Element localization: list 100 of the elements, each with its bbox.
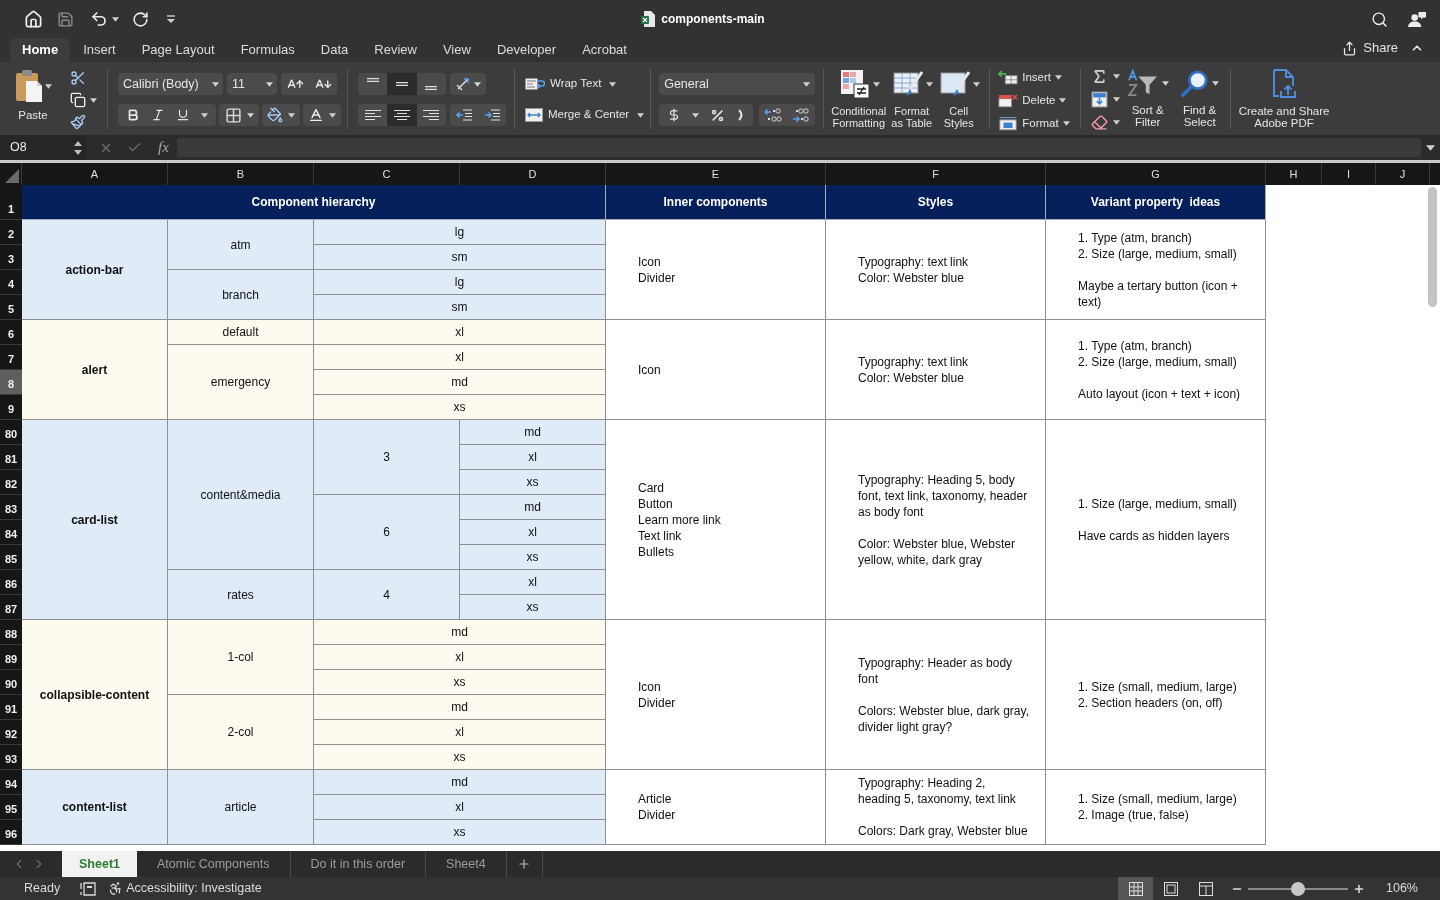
- editing-button[interactable]: Sort & Filter: [1123, 69, 1172, 128]
- caret-icon[interactable]: [1112, 97, 1120, 102]
- scrollbar-thumb[interactable]: [1428, 187, 1437, 307]
- orientation-button[interactable]: [450, 73, 486, 95]
- row-header[interactable]: 92: [0, 720, 22, 745]
- cells-button[interactable]: Insert: [998, 69, 1070, 86]
- copy-icon[interactable]: [70, 92, 86, 108]
- row-header[interactable]: 2: [0, 220, 22, 245]
- row-header[interactable]: 84: [0, 520, 22, 545]
- cells-button[interactable]: Delete: [998, 92, 1070, 109]
- zoom-slider-track[interactable]: [1248, 881, 1348, 896]
- cells-button[interactable]: Format: [998, 115, 1070, 132]
- ribbon-tab[interactable]: Acrobat: [569, 38, 640, 62]
- ribbon-tab[interactable]: Formulas: [227, 38, 308, 62]
- decrease-decimal-icon[interactable]: [792, 108, 811, 122]
- row-header[interactable]: 7: [0, 345, 22, 370]
- row-header[interactable]: 93: [0, 745, 22, 770]
- ribbon-tab[interactable]: View: [429, 38, 484, 62]
- zoom-in-icon[interactable]: [1353, 882, 1365, 895]
- caret-icon[interactable]: [1112, 120, 1120, 125]
- undo-icon[interactable]: [90, 10, 108, 28]
- insert-function-button[interactable]: fx: [158, 136, 169, 159]
- home-icon[interactable]: [24, 9, 43, 29]
- ribbon-tab[interactable]: Page Layout: [128, 38, 228, 62]
- row-header[interactable]: 90: [0, 670, 22, 695]
- add-sheet-icon[interactable]: [517, 857, 532, 871]
- redo-icon[interactable]: [132, 10, 149, 28]
- caret-icon[interactable]: [200, 112, 208, 118]
- caret-icon[interactable]: [112, 16, 119, 22]
- row-header[interactable]: 80: [0, 420, 22, 445]
- ribbon-tab[interactable]: Home: [10, 38, 71, 62]
- paintbrush-icon[interactable]: [70, 114, 86, 130]
- row-header[interactable]: 87: [0, 595, 22, 620]
- ribbon-tab[interactable]: Data: [307, 38, 362, 62]
- zoom-slider-thumb[interactable]: [1291, 881, 1305, 896]
- row-header[interactable]: 81: [0, 445, 22, 470]
- wrap-text-button[interactable]: Wrap Text: [525, 74, 645, 94]
- view-button[interactable]: [1118, 877, 1153, 900]
- row-header[interactable]: 6: [0, 320, 22, 345]
- caret-icon[interactable]: [1112, 74, 1120, 79]
- create-pdf-button[interactable]: Create and Share Adobe PDF: [1238, 69, 1330, 129]
- ribbon-tab[interactable]: Insert: [70, 38, 129, 62]
- eraser-icon[interactable]: [1090, 114, 1108, 131]
- header-cell: Styles: [826, 185, 1046, 220]
- increase-indent-icon[interactable]: [484, 109, 500, 121]
- row-header[interactable]: 95: [0, 795, 22, 820]
- decrease-indent-icon[interactable]: [456, 109, 472, 121]
- font-size-dropdown[interactable]: 11: [227, 73, 277, 95]
- row-header[interactable]: 1: [0, 185, 22, 220]
- merge-center-button[interactable]: Merge & Center: [525, 105, 645, 125]
- styles-button[interactable]: Cell Styles: [936, 69, 982, 129]
- share-button[interactable]: Share: [1342, 36, 1398, 60]
- row-header[interactable]: 5: [0, 295, 22, 320]
- save-icon[interactable]: [57, 10, 74, 28]
- fill-down-icon[interactable]: [1090, 91, 1108, 108]
- select-all-icon[interactable]: [5, 169, 19, 183]
- row-header[interactable]: 4: [0, 270, 22, 295]
- row-header[interactable]: 91: [0, 695, 22, 720]
- row-header[interactable]: 3: [0, 245, 22, 270]
- scissors-icon[interactable]: [70, 70, 86, 86]
- row-header[interactable]: 94: [0, 770, 22, 795]
- row-header[interactable]: 88: [0, 620, 22, 645]
- editing-button[interactable]: Find & Select: [1175, 69, 1224, 128]
- increase-decimal-icon[interactable]: [764, 108, 783, 122]
- row-header[interactable]: 89: [0, 645, 22, 670]
- sheet-tab[interactable]: Sheet1: [62, 851, 137, 877]
- line-caret-icon[interactable]: [166, 14, 176, 24]
- caret-icon[interactable]: [1426, 144, 1435, 151]
- zoom-level[interactable]: 106%: [1386, 879, 1440, 898]
- caret-icon[interactable]: [691, 112, 699, 118]
- frame-icon[interactable]: [80, 881, 97, 896]
- bold-icon[interactable]: [126, 108, 141, 122]
- horizontal-align-button[interactable]: [387, 104, 417, 126]
- accessibility-icon[interactable]: [108, 881, 124, 896]
- search-icon[interactable]: [1371, 10, 1388, 28]
- styles-button[interactable]: Conditional Formatting: [830, 69, 888, 129]
- row-header[interactable]: 82: [0, 470, 22, 495]
- number-format-dropdown[interactable]: General: [659, 73, 816, 95]
- font-name-dropdown[interactable]: Calibri (Body): [118, 73, 223, 95]
- styles-button[interactable]: Format as Table: [889, 69, 935, 129]
- underline-icon[interactable]: [175, 108, 190, 122]
- paste-button[interactable]: Paste: [10, 69, 56, 125]
- row-header[interactable]: 85: [0, 545, 22, 570]
- caret-icon[interactable]: [90, 97, 97, 103]
- vertical-align-button[interactable]: [387, 73, 417, 95]
- fill-color-button[interactable]: [262, 104, 300, 126]
- ribbon-tab[interactable]: Developer: [483, 38, 570, 62]
- row-header[interactable]: 9: [0, 395, 22, 420]
- person-chat-icon[interactable]: [1408, 10, 1427, 28]
- row-header[interactable]: 83: [0, 495, 22, 520]
- row-header[interactable]: 86: [0, 570, 22, 595]
- borders-button[interactable]: [219, 104, 259, 126]
- font-color-button[interactable]: [303, 104, 341, 126]
- row-header[interactable]: 96: [0, 820, 22, 845]
- accessibility-status[interactable]: Accessibility: Investigate: [126, 879, 262, 898]
- italic-icon[interactable]: [151, 108, 166, 122]
- row-header[interactable]: 8: [0, 370, 22, 395]
- percent-icon[interactable]: [709, 107, 725, 123]
- ribbon-tab[interactable]: Review: [361, 38, 430, 62]
- name-box[interactable]: O8: [0, 135, 86, 160]
